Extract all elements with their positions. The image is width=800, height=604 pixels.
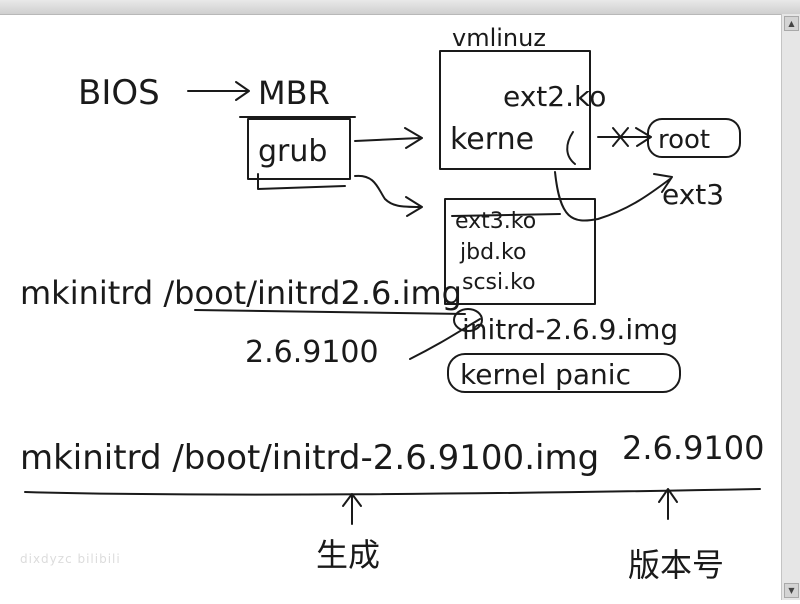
- arrow-kernel-to-ext3: [554, 171, 673, 222]
- arrow-up-generate: [342, 493, 362, 525]
- label-grub: grub: [258, 134, 327, 169]
- label-generate: 生成: [316, 536, 380, 574]
- label-ext2-ko: ext2.ko: [503, 80, 606, 113]
- label-ext3: ext3: [662, 178, 724, 211]
- grub-bracket: [257, 173, 346, 190]
- boot-process-diagram: BIOS MBR grub vmlinuz ext2.ko kerne root…: [20, 24, 765, 584]
- label-initrd-scsi: scsi.ko: [462, 270, 536, 295]
- arrow-bios-to-mbr: [187, 81, 250, 101]
- kernel-bracket: [566, 131, 576, 165]
- whiteboard-canvas: BIOS MBR grub vmlinuz ext2.ko kerne root…: [0, 14, 782, 600]
- label-vmlinuz: vmlinuz: [452, 24, 546, 52]
- label-kernel: kerne: [450, 122, 534, 157]
- scroll-up-icon[interactable]: ▲: [784, 16, 799, 31]
- underline-command-2: [24, 488, 761, 496]
- arrow-up-version: [658, 488, 678, 520]
- label-initrd-image: initrd-2.6.9.img: [462, 313, 678, 346]
- label-mbr: MBR: [258, 74, 330, 112]
- scroll-down-icon[interactable]: ▼: [784, 583, 799, 598]
- label-version-1: 2.6.9100: [245, 335, 379, 370]
- label-command-2: mkinitrd /boot/initrd-2.6.9100.img: [20, 438, 599, 478]
- label-kernel-panic: kernel panic: [460, 358, 631, 391]
- window-top-frame: [0, 0, 800, 15]
- arrow-grub-to-initrd: [354, 174, 423, 217]
- watermark-text: dixdyzc bilibili: [20, 552, 121, 566]
- label-initrd-ext3: ext3.ko: [455, 209, 536, 234]
- label-version-2: 2.6.9100: [622, 429, 765, 467]
- arrow-grub-to-kernel: [354, 127, 423, 149]
- vertical-scrollbar[interactable]: ▲ ▼: [781, 14, 800, 600]
- label-command-1: mkinitrd /boot/initrd2.6.img: [20, 274, 462, 312]
- label-root: root: [658, 125, 710, 155]
- label-version-number: 版本号: [628, 546, 724, 584]
- label-initrd-jbd: jbd.ko: [459, 240, 526, 265]
- label-bios: BIOS: [78, 73, 160, 113]
